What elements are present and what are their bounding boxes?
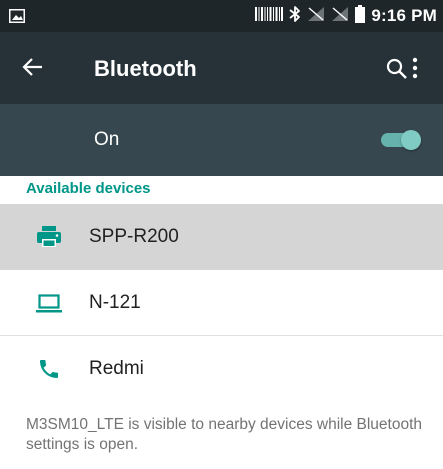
available-devices-header: Available devices xyxy=(26,180,151,197)
no-signal-icon xyxy=(307,6,325,27)
app-bar: Bluetooth xyxy=(0,32,443,104)
device-name: SPP-R200 xyxy=(89,226,179,247)
bluetooth-switch[interactable] xyxy=(381,130,421,150)
phone-icon xyxy=(36,357,62,381)
battery-icon xyxy=(355,4,366,28)
bluetooth-icon xyxy=(289,5,301,28)
page-title: Bluetooth xyxy=(94,56,197,81)
device-item-spp-r200[interactable]: SPP-R200 xyxy=(0,204,443,270)
device-name: N-121 xyxy=(89,292,141,313)
device-item-n-121[interactable]: N-121 xyxy=(0,270,443,336)
visibility-info-text: M3SM10_LTE is visible to nearby devices … xyxy=(26,416,423,453)
search-icon[interactable] xyxy=(386,58,408,85)
barcode-icon xyxy=(255,6,284,26)
printer-icon xyxy=(36,225,62,249)
device-item-redmi[interactable]: Redmi xyxy=(0,336,443,402)
image-icon xyxy=(9,9,25,28)
more-vert-icon[interactable] xyxy=(411,57,419,84)
status-icons: 9:16 PM xyxy=(255,0,437,32)
no-signal-icon xyxy=(331,6,349,27)
switch-thumb xyxy=(401,130,421,150)
laptop-icon xyxy=(36,291,62,315)
status-bar: 9:16 PM xyxy=(0,0,443,32)
back-arrow-icon[interactable] xyxy=(22,56,44,83)
device-name: Redmi xyxy=(89,358,144,379)
bluetooth-toggle-label: On xyxy=(94,129,120,150)
status-time: 9:16 PM xyxy=(371,6,437,25)
bluetooth-toggle-row[interactable]: On xyxy=(0,104,443,176)
